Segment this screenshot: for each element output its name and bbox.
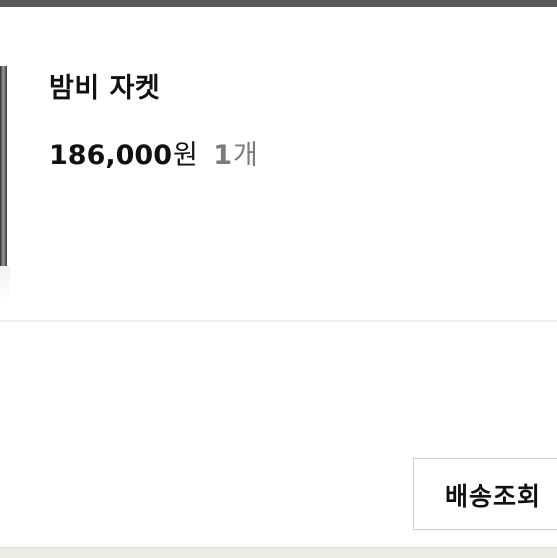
delivery-tracking-button[interactable]: 배송조회 <box>413 458 557 530</box>
quantity-unit: 개 <box>233 140 258 171</box>
section-divider <box>0 320 557 322</box>
product-price: 186,000 <box>49 140 172 171</box>
product-image-shadow <box>0 266 10 302</box>
bottom-bar <box>0 547 557 558</box>
price-line: 186,000원 1개 <box>49 133 258 172</box>
top-bar <box>0 0 557 7</box>
price-unit: 원 <box>172 140 198 171</box>
product-name[interactable]: 밤비 자켓 <box>49 66 160 105</box>
product-image[interactable] <box>0 66 7 266</box>
product-quantity: 1 <box>213 140 233 171</box>
